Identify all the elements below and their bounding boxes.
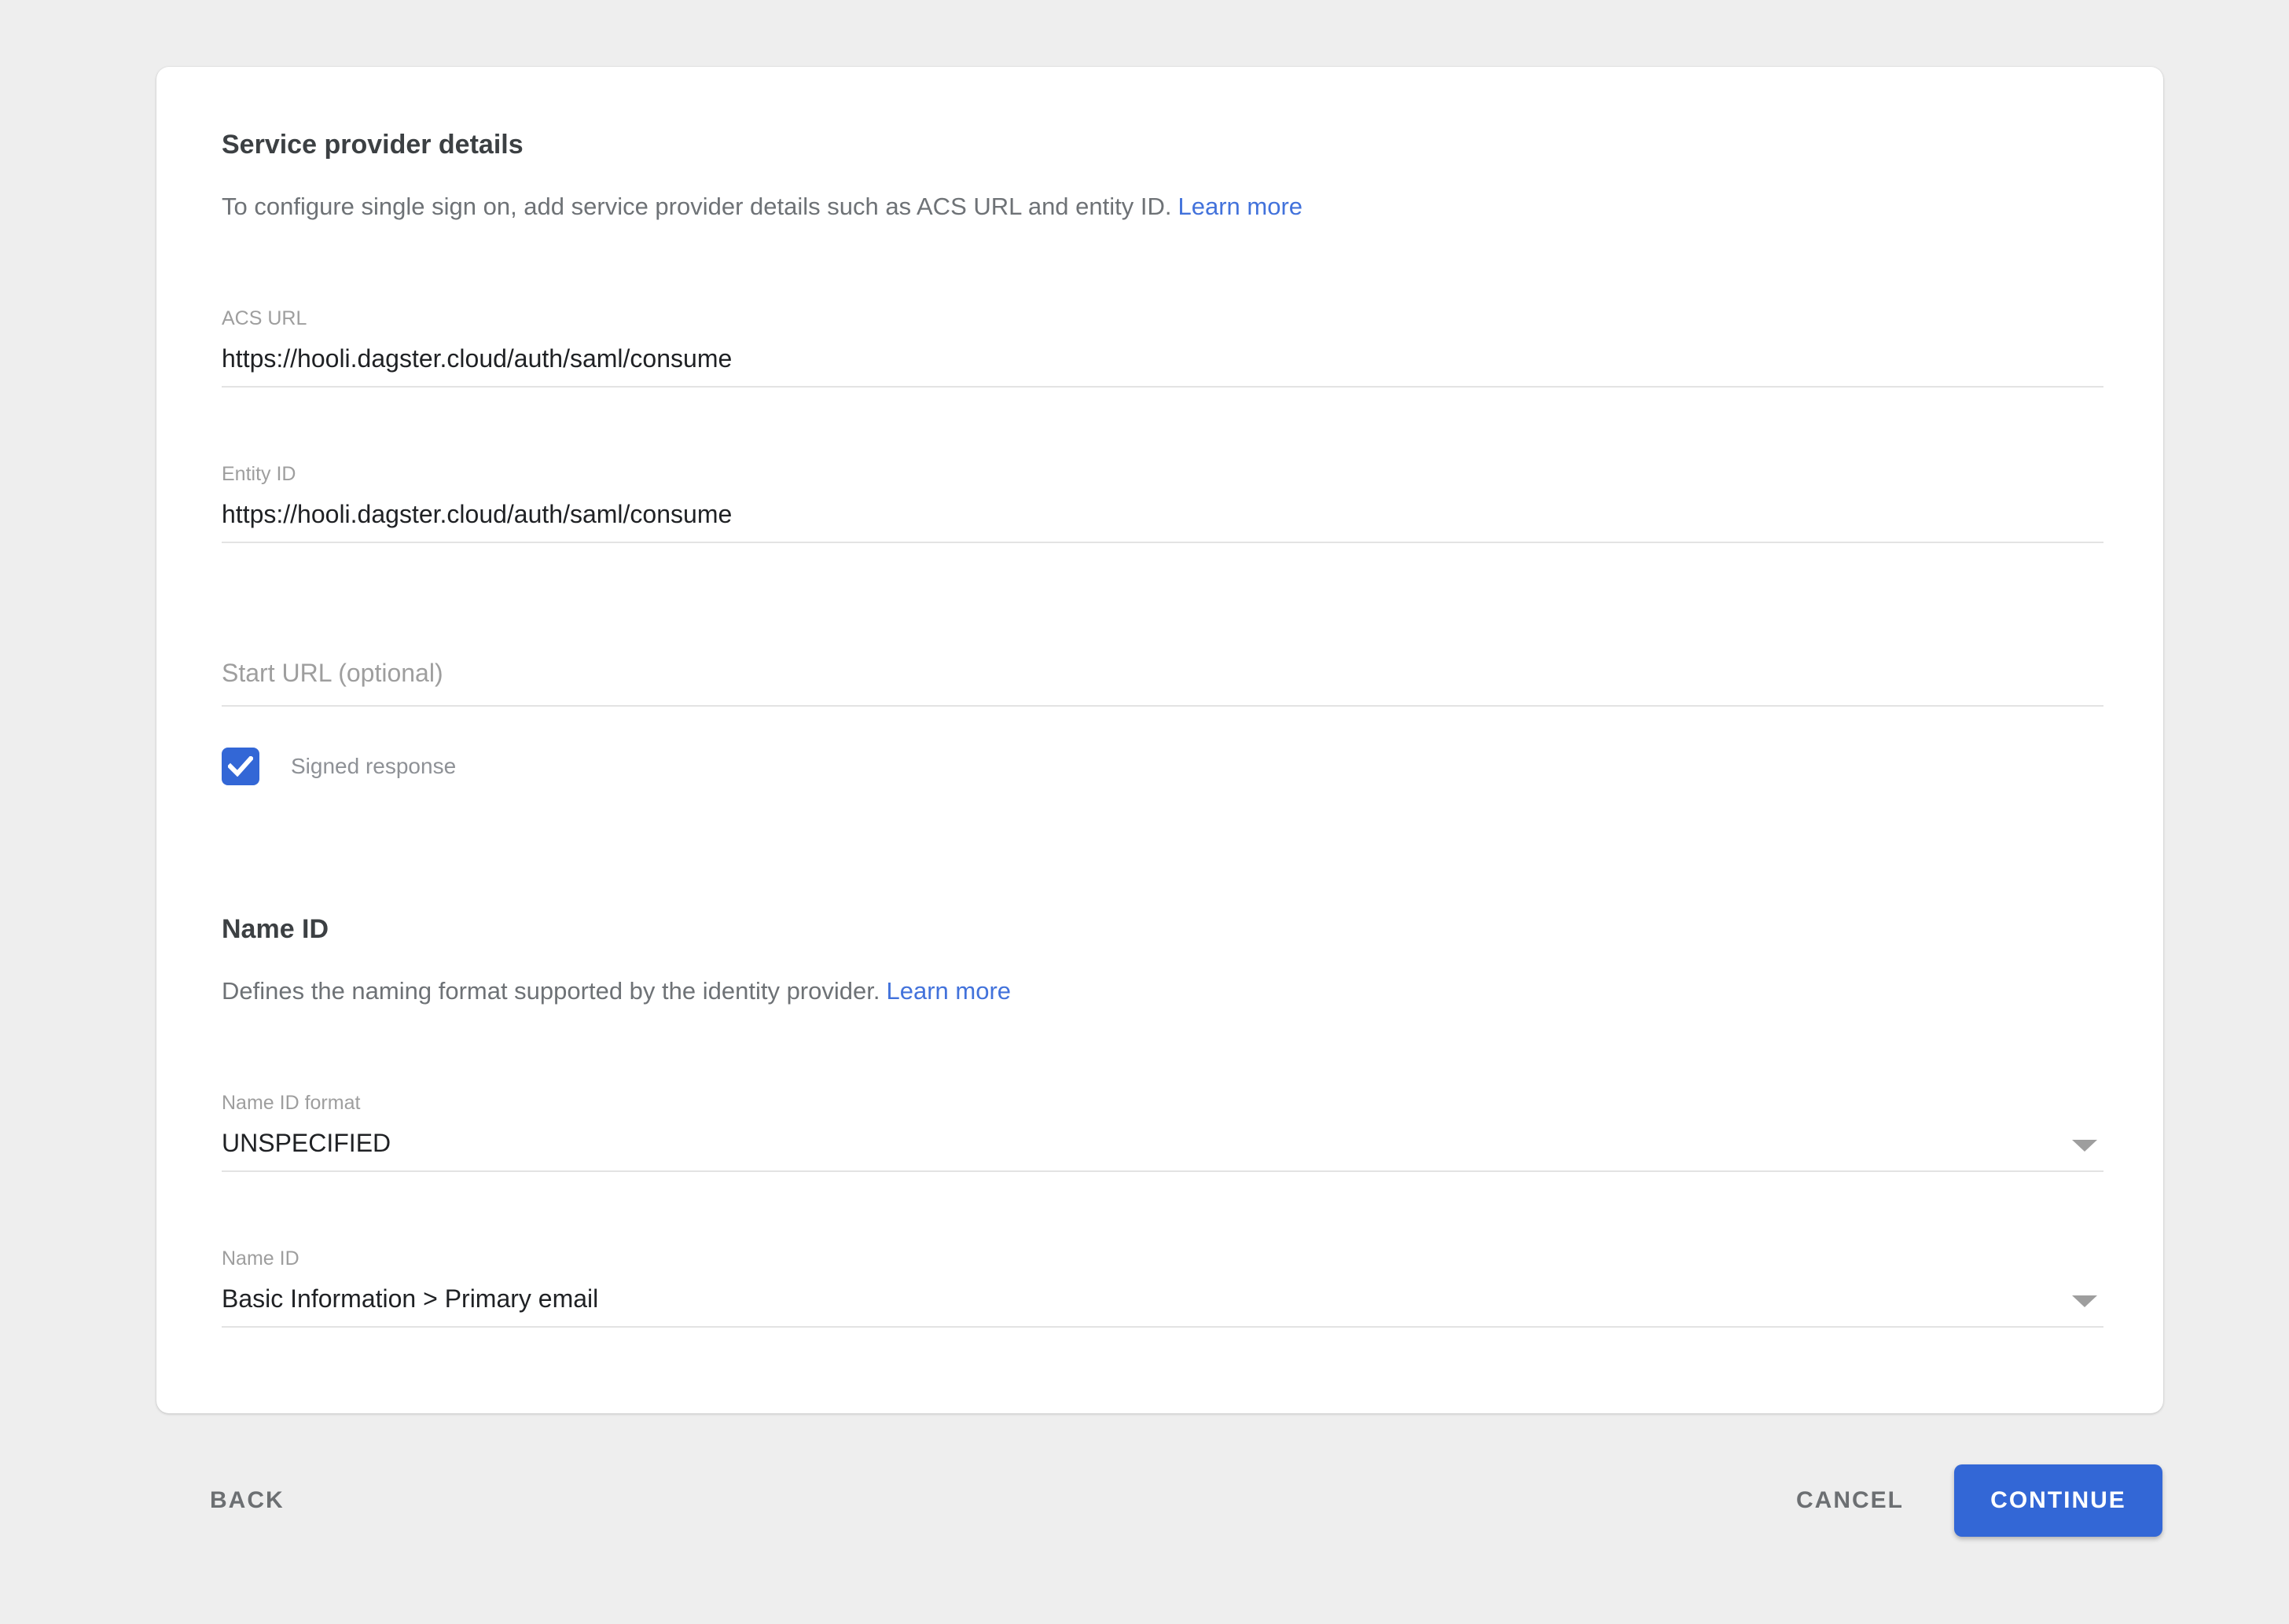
- name-id-section-title: Name ID: [222, 913, 2103, 946]
- signed-response-checkbox[interactable]: [222, 748, 259, 785]
- entity-id-label: Entity ID: [222, 461, 2103, 487]
- cancel-button[interactable]: CANCEL: [1796, 1487, 1904, 1514]
- entity-id-value[interactable]: https://hooli.dagster.cloud/auth/saml/co…: [222, 498, 2103, 531]
- service-provider-description: To configure single sign on, add service…: [222, 191, 2103, 222]
- name-id-learn-more-link[interactable]: Learn more: [886, 977, 1011, 1005]
- footer-right-actions: CANCEL CONTINUE: [1796, 1464, 2162, 1537]
- start-url-input[interactable]: [222, 656, 2103, 689]
- signed-response-label: Signed response: [291, 754, 456, 779]
- acs-url-label: ACS URL: [222, 306, 2103, 331]
- learn-more-link[interactable]: Learn more: [1178, 193, 1303, 220]
- signed-response-row: Signed response: [222, 748, 2103, 785]
- sso-setup-page: Service provider details To configure si…: [0, 0, 2289, 1624]
- name-id-label: Name ID: [222, 1246, 2103, 1271]
- check-icon: [228, 756, 253, 777]
- service-provider-description-text: To configure single sign on, add service…: [222, 193, 1172, 220]
- acs-url-value[interactable]: https://hooli.dagster.cloud/auth/saml/co…: [222, 342, 2103, 375]
- name-id-format-select[interactable]: Name ID format UNSPECIFIED: [222, 1090, 2103, 1172]
- name-id-select[interactable]: Name ID Basic Information > Primary emai…: [222, 1246, 2103, 1328]
- service-provider-details-card: Service provider details To configure si…: [156, 67, 2163, 1413]
- entity-id-field[interactable]: Entity ID https://hooli.dagster.cloud/au…: [222, 461, 2103, 543]
- name-id-value[interactable]: Basic Information > Primary email: [222, 1282, 2103, 1315]
- service-provider-details-title: Service provider details: [222, 128, 2103, 161]
- back-button[interactable]: BACK: [210, 1487, 285, 1514]
- name-id-description-text: Defines the naming format supported by t…: [222, 977, 880, 1005]
- name-id-format-value[interactable]: UNSPECIFIED: [222, 1126, 2103, 1159]
- name-id-description: Defines the naming format supported by t…: [222, 976, 2103, 1007]
- continue-button[interactable]: CONTINUE: [1954, 1464, 2162, 1537]
- name-id-format-label: Name ID format: [222, 1090, 2103, 1115]
- chevron-down-icon[interactable]: [2072, 1295, 2097, 1307]
- acs-url-field[interactable]: ACS URL https://hooli.dagster.cloud/auth…: [222, 306, 2103, 388]
- wizard-footer: BACK CANCEL CONTINUE: [210, 1464, 2162, 1537]
- chevron-down-icon[interactable]: [2072, 1140, 2097, 1152]
- start-url-field: [222, 656, 2103, 707]
